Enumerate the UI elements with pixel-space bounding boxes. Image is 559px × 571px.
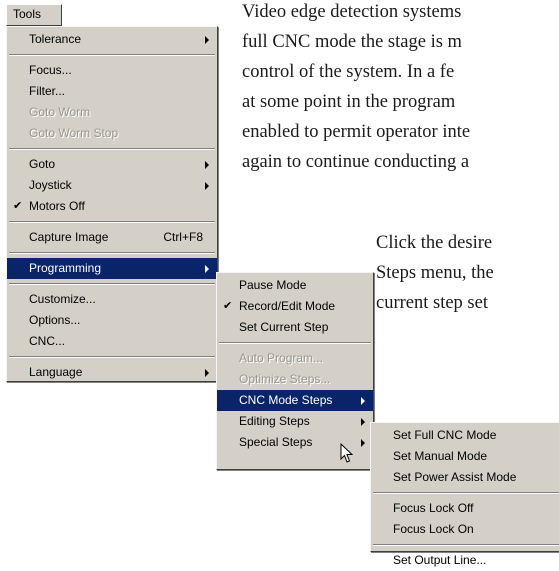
menu-item-label: Programming bbox=[29, 261, 102, 275]
menu-item-label: Motors Off bbox=[29, 199, 85, 213]
submenu-arrow-icon bbox=[205, 182, 209, 190]
shortcut-label: Ctrl+F8 bbox=[163, 230, 203, 244]
menu-item-language[interactable]: Language bbox=[7, 362, 217, 383]
menu-item-record-edit-mode[interactable]: ✔ Record/Edit Mode bbox=[217, 296, 373, 317]
menu-item-label: Record/Edit Mode bbox=[239, 299, 336, 313]
text-line: Steps menu, the bbox=[376, 263, 494, 283]
menu-item-label: Focus Lock On bbox=[393, 522, 474, 536]
menu-item-cnc-mode-steps[interactable]: CNC Mode Steps bbox=[217, 390, 373, 411]
menu-item-label: Set Manual Mode bbox=[393, 449, 488, 463]
submenu-arrow-icon bbox=[205, 36, 209, 44]
menu-item-cnc[interactable]: CNC... bbox=[7, 331, 217, 352]
submenu-arrow-icon bbox=[205, 161, 209, 169]
menu-item-label: Filter... bbox=[29, 84, 66, 98]
mouse-pointer-icon bbox=[340, 443, 354, 463]
submenu-arrow-icon bbox=[205, 265, 209, 273]
menu-item-label: Set Full CNC Mode bbox=[393, 428, 497, 442]
menu-separator bbox=[9, 283, 215, 285]
menu-item-set-current-step[interactable]: Set Current Step bbox=[217, 317, 373, 338]
menu-item-label: Tolerance bbox=[29, 32, 82, 46]
menu-item-label: Focus... bbox=[29, 63, 72, 77]
programming-submenu: Pause Mode ✔ Record/Edit Mode Set Curren… bbox=[216, 272, 374, 470]
cnc-mode-steps-submenu: Set Full CNC Mode Set Manual Mode Set Po… bbox=[370, 422, 559, 567]
text-line: again to continue conducting a bbox=[242, 152, 470, 172]
menu-item-label: Options... bbox=[29, 313, 81, 327]
menu-item-pause-mode[interactable]: Pause Mode bbox=[217, 275, 373, 296]
menu-item-label: Set Power Assist Mode bbox=[393, 470, 517, 484]
check-icon: ✔ bbox=[223, 300, 233, 312]
menu-item-label: Auto Program... bbox=[239, 351, 324, 365]
submenu-arrow-icon bbox=[205, 369, 209, 377]
check-icon: ✔ bbox=[13, 200, 23, 212]
menu-item-tolerance[interactable]: Tolerance bbox=[7, 29, 217, 50]
tools-menu-button[interactable]: Tools bbox=[6, 4, 62, 26]
menu-item-focus-lock-off[interactable]: Focus Lock Off bbox=[371, 498, 559, 519]
menu-item-label: Pause Mode bbox=[239, 278, 307, 292]
menu-separator bbox=[9, 221, 215, 223]
menu-item-capture-image[interactable]: Capture Image Ctrl+F8 bbox=[7, 227, 217, 248]
tools-menu: Tolerance Focus... Filter... Goto Worm G… bbox=[6, 26, 218, 382]
menu-item-options[interactable]: Options... bbox=[7, 310, 217, 331]
text-line: current step set bbox=[376, 293, 488, 313]
menu-item-label: Joystick bbox=[29, 178, 72, 192]
menu-item-goto[interactable]: Goto bbox=[7, 154, 217, 175]
text-line: full CNC mode the stage is m bbox=[242, 32, 462, 52]
menu-item-label: Focus Lock Off bbox=[393, 501, 474, 515]
text-line: at some point in the program bbox=[242, 92, 456, 112]
menu-item-label: CNC Mode Steps bbox=[239, 393, 333, 407]
menu-item-label: Language bbox=[29, 365, 83, 379]
menu-item-filter[interactable]: Filter... bbox=[7, 81, 217, 102]
submenu-arrow-icon bbox=[361, 397, 365, 405]
menu-item-customize[interactable]: Customize... bbox=[7, 289, 217, 310]
submenu-arrow-icon bbox=[361, 439, 365, 447]
text-line: Click the desire bbox=[376, 233, 493, 253]
menu-separator bbox=[9, 356, 215, 358]
menu-separator bbox=[9, 148, 215, 150]
menu-item-label: Set Output Line... bbox=[393, 553, 487, 567]
menu-item-label: CNC... bbox=[29, 334, 65, 348]
menu-item-optimize-steps: Optimize Steps... bbox=[217, 369, 373, 390]
menu-item-goto-worm: Goto Worm bbox=[7, 102, 217, 123]
menu-item-set-output-line[interactable]: Set Output Line... bbox=[371, 550, 559, 571]
submenu-arrow-icon bbox=[361, 418, 365, 426]
text-line: control of the system. In a fe bbox=[242, 62, 455, 82]
menu-separator bbox=[373, 492, 559, 494]
menu-item-label: Editing Steps bbox=[239, 414, 310, 428]
menu-item-label: Goto Worm bbox=[29, 105, 91, 119]
menu-item-label: Goto Worm Stop bbox=[29, 126, 119, 140]
menu-separator bbox=[9, 252, 215, 254]
text-line: enabled to permit operator inte bbox=[242, 122, 471, 142]
menu-item-motors-off[interactable]: ✔ Motors Off bbox=[7, 196, 217, 217]
menu-item-label: Capture Image bbox=[29, 230, 109, 244]
menu-item-set-manual-mode[interactable]: Set Manual Mode bbox=[371, 446, 559, 467]
menu-item-label: Set Current Step bbox=[239, 320, 329, 334]
menu-item-set-power-assist-mode[interactable]: Set Power Assist Mode bbox=[371, 467, 559, 488]
menu-item-set-full-cnc-mode[interactable]: Set Full CNC Mode bbox=[371, 425, 559, 446]
menu-item-label: Special Steps bbox=[239, 435, 313, 449]
menu-item-focus[interactable]: Focus... bbox=[7, 60, 217, 81]
menu-item-programming[interactable]: Programming bbox=[7, 258, 217, 279]
menu-item-label: Optimize Steps... bbox=[239, 372, 331, 386]
menu-item-focus-lock-on[interactable]: Focus Lock On bbox=[371, 519, 559, 540]
document-paragraph-2: Click the desire Steps menu, the current… bbox=[376, 228, 494, 318]
menu-separator bbox=[9, 54, 215, 56]
menu-item-editing-steps[interactable]: Editing Steps bbox=[217, 411, 373, 432]
text-line: Video edge detection systems bbox=[242, 2, 462, 22]
menu-item-label: Goto bbox=[29, 157, 56, 171]
menu-item-joystick[interactable]: Joystick bbox=[7, 175, 217, 196]
menu-separator bbox=[219, 342, 371, 344]
menu-item-auto-program: Auto Program... bbox=[217, 348, 373, 369]
menu-item-goto-worm-stop: Goto Worm Stop bbox=[7, 123, 217, 144]
document-paragraph-1: Video edge detection systems full CNC mo… bbox=[242, 0, 470, 177]
menu-item-label: Customize... bbox=[29, 292, 96, 306]
